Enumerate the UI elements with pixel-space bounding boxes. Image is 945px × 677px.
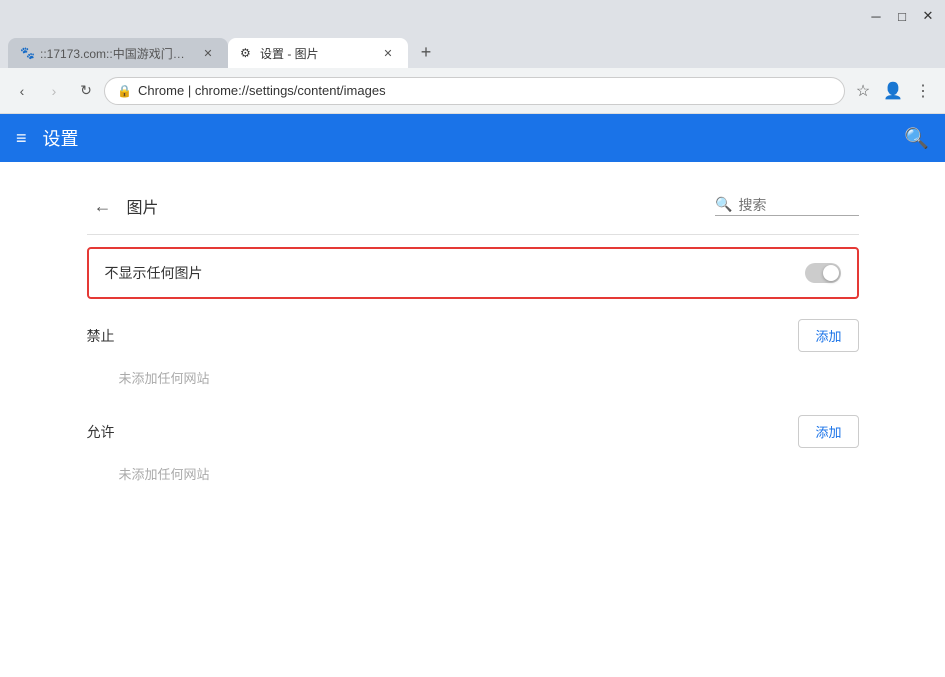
block-add-button[interactable]: 添加 <box>798 319 858 352</box>
tabbar: 🐾 ::17173.com::中国游戏门户站 ✕ ⚙ 设置 - 图片 ✕ + <box>0 32 945 68</box>
allow-section: 允许 添加 未添加任何网站 <box>87 415 859 491</box>
search-box: 🔍 <box>715 196 858 216</box>
address-actions: ☆ 👤 ⋮ <box>849 77 937 105</box>
allow-section-header: 允许 添加 <box>87 415 859 448</box>
forward-button[interactable]: › <box>40 77 68 105</box>
tab-favicon-settings: ⚙ <box>240 46 254 60</box>
new-tab-button[interactable]: + <box>412 38 440 66</box>
addressbar: ‹ › ↻ 🔒 Chrome | chrome://settings/conte… <box>0 68 945 114</box>
tab-title-17173: ::17173.com::中国游戏门户站 <box>40 45 194 62</box>
no-images-toggle[interactable] <box>805 263 841 283</box>
tab-close-17173[interactable]: ✕ <box>200 45 216 61</box>
tab-favicon-17173: 🐾 <box>20 46 34 60</box>
tab-17173[interactable]: 🐾 ::17173.com::中国游戏门户站 ✕ <box>8 38 228 68</box>
no-images-label: 不显示任何图片 <box>105 263 805 283</box>
search-input[interactable] <box>739 197 859 213</box>
search-icon: 🔍 <box>715 196 732 213</box>
no-images-toggle-row: 不显示任何图片 <box>87 247 859 299</box>
allow-add-button[interactable]: 添加 <box>798 415 858 448</box>
back-button[interactable]: ‹ <box>8 77 36 105</box>
block-empty-text: 未添加任何网站 <box>119 360 859 395</box>
settings-panel: ← 图片 🔍 不显示任何图片 禁止 添加 未添加任何网站 允许 添加 <box>63 162 883 515</box>
page-header: ← 图片 🔍 <box>87 178 859 235</box>
appbar-title: 设置 <box>43 125 889 151</box>
block-section-header: 禁止 添加 <box>87 319 859 352</box>
block-section: 禁止 添加 未添加任何网站 <box>87 319 859 395</box>
content-area: ← 图片 🔍 不显示任何图片 禁止 添加 未添加任何网站 允许 添加 <box>0 162 945 677</box>
titlebar: ─ □ ✕ <box>0 0 945 32</box>
tab-title-settings: 设置 - 图片 <box>260 45 374 62</box>
account-button[interactable]: 👤 <box>879 77 907 105</box>
chrome-menu-button[interactable]: ⋮ <box>909 77 937 105</box>
minimize-button[interactable]: ─ <box>863 3 889 29</box>
appbar: ≡ 设置 🔍 <box>0 114 945 162</box>
tab-close-settings[interactable]: ✕ <box>380 45 396 61</box>
address-box[interactable]: 🔒 Chrome | chrome://settings/content/ima… <box>104 77 845 105</box>
page-title: 图片 <box>127 194 716 218</box>
tab-settings[interactable]: ⚙ 设置 - 图片 ✕ <box>228 38 408 68</box>
address-text: Chrome | chrome://settings/content/image… <box>138 83 832 98</box>
lock-icon: 🔒 <box>117 84 132 98</box>
allow-section-label: 允许 <box>87 422 799 442</box>
appbar-search-button[interactable]: 🔍 <box>904 126 929 151</box>
reload-button[interactable]: ↻ <box>72 77 100 105</box>
block-section-label: 禁止 <box>87 326 799 346</box>
page-back-button[interactable]: ← <box>87 190 119 222</box>
maximize-button[interactable]: □ <box>889 3 915 29</box>
close-button[interactable]: ✕ <box>915 3 941 29</box>
bookmark-button[interactable]: ☆ <box>849 77 877 105</box>
allow-empty-text: 未添加任何网站 <box>119 456 859 491</box>
sidebar-toggle-button[interactable]: ≡ <box>16 128 27 149</box>
